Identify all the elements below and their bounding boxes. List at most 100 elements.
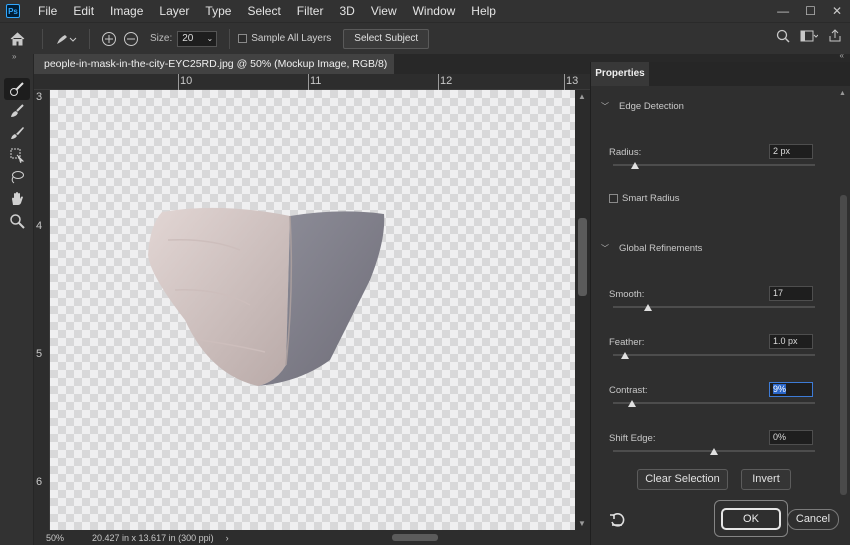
document-size: 20.427 in x 13.617 in (300 ppi) xyxy=(92,532,214,543)
tools-panel: » xyxy=(0,53,34,545)
chevron-down-icon[interactable]: ⌄ xyxy=(207,32,217,46)
scroll-up-icon[interactable]: ▲ xyxy=(839,90,846,97)
radius-slider-thumb[interactable] xyxy=(631,162,639,169)
lasso-tool-icon[interactable] xyxy=(4,166,30,188)
ok-button[interactable]: OK xyxy=(721,508,781,530)
minimize-button[interactable]: — xyxy=(777,4,789,18)
document-tab[interactable]: people-in-mask-in-the-city-EYC25RD.jpg @… xyxy=(34,54,394,90)
menu-select[interactable]: Select xyxy=(239,0,288,22)
properties-panel: Properties ﹀ Edge Detection Radius: 2 px… xyxy=(590,62,850,545)
quick-selection-tool-icon[interactable] xyxy=(4,78,30,100)
size-label: Size: xyxy=(150,33,173,44)
face-mask-image xyxy=(148,207,385,386)
scrollbar-thumb[interactable] xyxy=(578,218,587,296)
scroll-up-icon[interactable]: ▲ xyxy=(578,92,586,101)
options-separator xyxy=(42,28,43,49)
smooth-slider-thumb[interactable] xyxy=(644,304,652,311)
contrast-label: Contrast: xyxy=(609,385,648,396)
smooth-label: Smooth: xyxy=(609,289,645,300)
ruler-label: 12 xyxy=(440,75,453,87)
panel-scrollbar[interactable]: ▲ xyxy=(837,90,849,495)
tab-properties[interactable]: Properties xyxy=(591,62,649,86)
ruler-tick xyxy=(308,74,309,90)
size-value: 20 xyxy=(182,32,194,44)
invert-button[interactable]: Invert xyxy=(741,469,791,490)
smart-radius-checkbox[interactable] xyxy=(609,194,618,203)
menu-bar: Ps File Edit Image Layer Type Select Fil… xyxy=(0,0,850,22)
radius-label: Radius: xyxy=(609,147,642,158)
options-separator xyxy=(89,28,90,49)
global-refinements-header[interactable]: ﹀ Global Refinements xyxy=(601,243,702,254)
ruler-label: 4 xyxy=(36,220,43,232)
ruler-tick xyxy=(438,74,439,90)
menu-filter[interactable]: Filter xyxy=(289,0,332,22)
object-selection-icon[interactable] xyxy=(4,144,30,166)
menu-help[interactable]: Help xyxy=(463,0,504,22)
ruler-label: 13 xyxy=(566,75,579,87)
sample-all-layers-checkbox[interactable] xyxy=(238,34,248,43)
search-icon[interactable] xyxy=(776,29,790,46)
menu-3d[interactable]: 3D xyxy=(331,0,362,22)
canvas-vertical-scrollbar[interactable]: ▲ ▼ xyxy=(575,90,590,530)
shift-edge-input[interactable]: 0% xyxy=(769,430,813,445)
contrast-slider[interactable] xyxy=(613,402,815,404)
select-subject-button[interactable]: Select Subject xyxy=(343,28,430,49)
window-controls: — ☐ ✕ xyxy=(777,0,842,22)
workspace-icon[interactable] xyxy=(800,29,819,46)
maximize-button[interactable]: ☐ xyxy=(805,4,816,18)
horizontal-scrollbar-thumb[interactable] xyxy=(392,534,438,541)
close-window-button[interactable]: ✕ xyxy=(832,4,842,18)
feather-slider-thumb[interactable] xyxy=(621,352,629,359)
menu-window[interactable]: Window xyxy=(405,0,464,22)
edge-detection-title: Edge Detection xyxy=(619,101,684,112)
status-menu-arrow[interactable]: › xyxy=(226,533,229,543)
brush-tool-icon[interactable] xyxy=(4,122,30,144)
menu-image[interactable]: Image xyxy=(102,0,151,22)
horizontal-ruler: 10 11 12 13 xyxy=(34,74,590,90)
smooth-input[interactable]: 17 xyxy=(769,286,813,301)
shift-edge-slider-thumb[interactable] xyxy=(710,448,718,455)
panel-scrollbar-thumb[interactable] xyxy=(840,195,847,495)
menu-type[interactable]: Type xyxy=(197,0,239,22)
collapse-arrows-icon[interactable]: « xyxy=(840,51,844,60)
contrast-slider-thumb[interactable] xyxy=(628,400,636,407)
shift-edge-label: Shift Edge: xyxy=(609,433,656,444)
expand-detection-icon[interactable] xyxy=(98,31,120,47)
brush-preset-icon[interactable] xyxy=(51,32,81,46)
zoom-level[interactable]: 50% xyxy=(46,533,64,543)
radius-slider[interactable] xyxy=(613,164,815,166)
feather-label: Feather: xyxy=(609,337,645,348)
size-input[interactable]: 20 ⌄ xyxy=(177,30,218,47)
restore-detection-icon[interactable] xyxy=(120,31,142,47)
reset-icon[interactable] xyxy=(609,512,625,531)
zoom-tool-icon[interactable] xyxy=(4,210,30,232)
ruler-label: 10 xyxy=(180,75,193,87)
menu-layer[interactable]: Layer xyxy=(151,0,197,22)
ruler-label: 11 xyxy=(310,75,322,87)
refine-edge-brush-icon[interactable] xyxy=(4,100,30,122)
status-bar: 50% 20.427 in x 13.617 in (300 ppi) › xyxy=(34,530,590,545)
panel-collapse-bar[interactable]: « xyxy=(590,51,850,62)
chevron-down-icon[interactable]: ﹀ xyxy=(601,101,609,112)
options-right-group xyxy=(776,29,842,46)
menu-file[interactable]: File xyxy=(30,0,65,22)
feather-input[interactable]: 1.0 px xyxy=(769,334,813,349)
panel-tab-bar: Properties xyxy=(591,62,850,86)
chevron-down-icon[interactable]: ﹀ xyxy=(601,243,609,254)
clear-selection-button[interactable]: Clear Selection xyxy=(637,469,728,490)
home-icon[interactable] xyxy=(0,31,34,46)
radius-input[interactable]: 2 px xyxy=(769,144,813,159)
share-icon[interactable] xyxy=(828,29,842,46)
menu-view[interactable]: View xyxy=(363,0,405,22)
contrast-input[interactable]: 9% xyxy=(769,382,813,397)
smart-radius-option[interactable]: Smart Radius xyxy=(609,193,680,204)
hand-tool-icon[interactable] xyxy=(4,188,30,210)
canvas[interactable] xyxy=(50,90,575,530)
cancel-button[interactable]: Cancel xyxy=(787,509,839,530)
scroll-down-icon[interactable]: ▼ xyxy=(578,519,586,528)
menu-edit[interactable]: Edit xyxy=(65,0,102,22)
feather-slider[interactable] xyxy=(613,354,815,356)
edge-detection-header[interactable]: ﹀ Edge Detection xyxy=(601,101,684,112)
ruler-label: 6 xyxy=(36,476,43,488)
global-refinements-title: Global Refinements xyxy=(619,243,703,254)
